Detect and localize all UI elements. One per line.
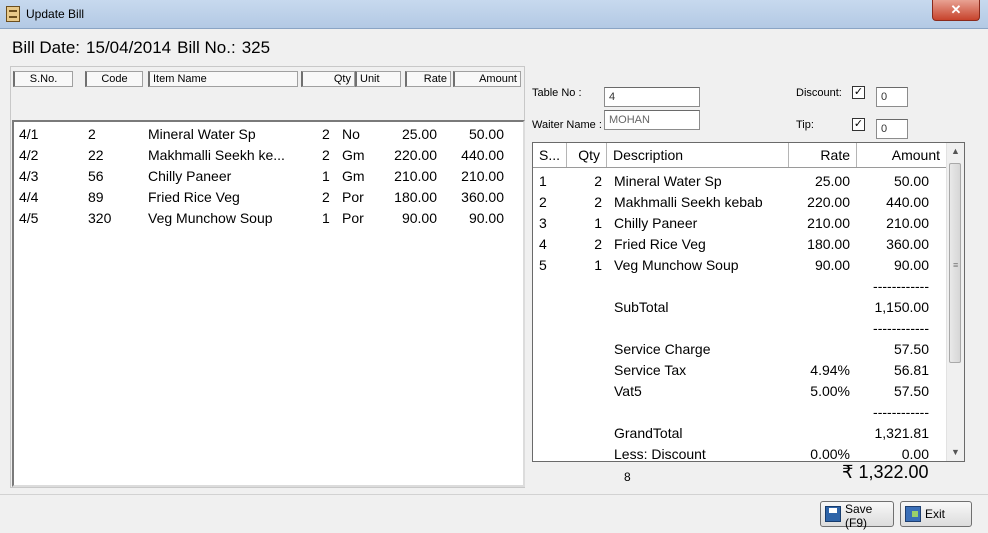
table-row: SubTotal 1,150.00 [614, 299, 929, 315]
table-row: Less: Discount 0.00% 0.00 [614, 446, 929, 462]
table-no-label: Table No : [532, 87, 582, 99]
table-row[interactable]: 5 1 Veg Munchow Soup 90.00 90.00 [533, 254, 947, 275]
tip-label: Tip: [796, 119, 814, 131]
close-button[interactable]: ✕ [932, 0, 980, 21]
list-item[interactable]: 4/2 22 Makhmalli Seekh ke... 2 Gm 220.00… [14, 145, 523, 166]
footer-divider [0, 494, 988, 495]
gcol-rate[interactable]: Rate [789, 143, 857, 167]
table-row: Service Charge 57.50 [614, 341, 929, 357]
gcol-amount[interactable]: Amount [857, 143, 947, 167]
gcol-description[interactable]: Description [607, 143, 789, 167]
table-row: ------------ [873, 320, 929, 336]
bill-app-icon [6, 6, 20, 22]
table-row[interactable]: 2 2 Makhmalli Seekh kebab 220.00 440.00 [533, 191, 947, 212]
items-list[interactable]: 4/1 2 Mineral Water Sp 2 No 25.00 50.00 … [12, 120, 525, 487]
table-no-input[interactable] [604, 87, 700, 107]
exit-button[interactable]: Exit [900, 501, 972, 527]
list-item[interactable]: 4/5 320 Veg Munchow Soup 1 Por 90.00 90.… [14, 208, 523, 229]
table-row: ------------ [873, 404, 929, 420]
table-row[interactable]: 4 2 Fried Rice Veg 180.00 360.00 [533, 233, 947, 254]
col-code[interactable]: Code [85, 71, 143, 87]
bill-no-value: 325 [241, 38, 271, 57]
col-rate[interactable]: Rate [405, 71, 451, 87]
item-count: 8 [624, 470, 631, 484]
tip-input[interactable] [876, 119, 908, 139]
list-item[interactable]: 4/3 56 Chilly Paneer 1 Gm 210.00 210.00 [14, 166, 523, 187]
grid-vertical-scrollbar[interactable]: ▲ ≡ ▼ [946, 143, 964, 461]
grip-icon: ≡ [953, 260, 959, 270]
grand-total-display: ₹ 1,322.00 [842, 462, 929, 482]
table-row: Service Tax 4.94% 56.81 [614, 362, 929, 378]
table-row: GrandTotal 1,321.81 [614, 425, 929, 441]
bill-no-label: Bill No.: [177, 38, 236, 57]
gcol-qty[interactable]: Qty [567, 143, 607, 167]
scroll-thumb[interactable]: ≡ [949, 163, 961, 363]
table-row[interactable]: 3 1 Chilly Paneer 210.00 210.00 [533, 212, 947, 233]
bill-grid-header: S... Qty Description Rate Amount [533, 143, 947, 168]
scroll-up-icon[interactable]: ▲ [947, 143, 964, 160]
discount-input[interactable] [876, 87, 908, 107]
table-row: Vat5 5.00% 57.50 [614, 383, 929, 399]
discount-checkbox[interactable]: ✓ [852, 86, 865, 99]
col-unit[interactable]: Unit [355, 71, 401, 87]
bill-date-value: 15/04/2014 [86, 38, 172, 57]
exit-button-label: Exit [925, 507, 946, 521]
save-button-label: Save (F9) [845, 502, 873, 530]
waiter-name-label: Waiter Name : [532, 119, 602, 131]
floppy-disk-icon [825, 506, 841, 522]
col-qty[interactable]: Qty [301, 71, 355, 87]
table-row: ------------ [873, 278, 929, 294]
col-amount[interactable]: Amount [453, 71, 521, 87]
table-row[interactable]: 1 2 Mineral Water Sp 25.00 50.00 [533, 170, 947, 191]
tip-checkbox[interactable]: ✓ [852, 118, 865, 131]
items-header: S.No. Code Item Name Qty Unit Rate Amoun… [11, 67, 524, 91]
list-item[interactable]: 4/1 2 Mineral Water Sp 2 No 25.00 50.00 [14, 124, 523, 145]
waiter-name-input[interactable] [604, 110, 700, 130]
col-sno[interactable]: S.No. [13, 71, 73, 87]
bill-grid[interactable]: S... Qty Description Rate Amount 1 2 Min… [532, 142, 965, 462]
bill-header: Bill Date: 15/04/2014 Bill No.: 325 [12, 38, 276, 58]
scroll-down-icon[interactable]: ▼ [947, 444, 964, 461]
col-item-name[interactable]: Item Name [148, 71, 298, 87]
list-item[interactable]: 4/4 89 Fried Rice Veg 2 Por 180.00 360.0… [14, 187, 523, 208]
save-button[interactable]: Save (F9) [820, 501, 894, 530]
title-bar: Update Bill ✕ [0, 0, 988, 29]
discount-label: Discount: [796, 87, 842, 99]
gcol-sno[interactable]: S... [533, 143, 567, 167]
bill-date-label: Bill Date: [12, 38, 81, 57]
exit-door-icon [905, 506, 921, 522]
window-title: Update Bill [26, 7, 85, 21]
